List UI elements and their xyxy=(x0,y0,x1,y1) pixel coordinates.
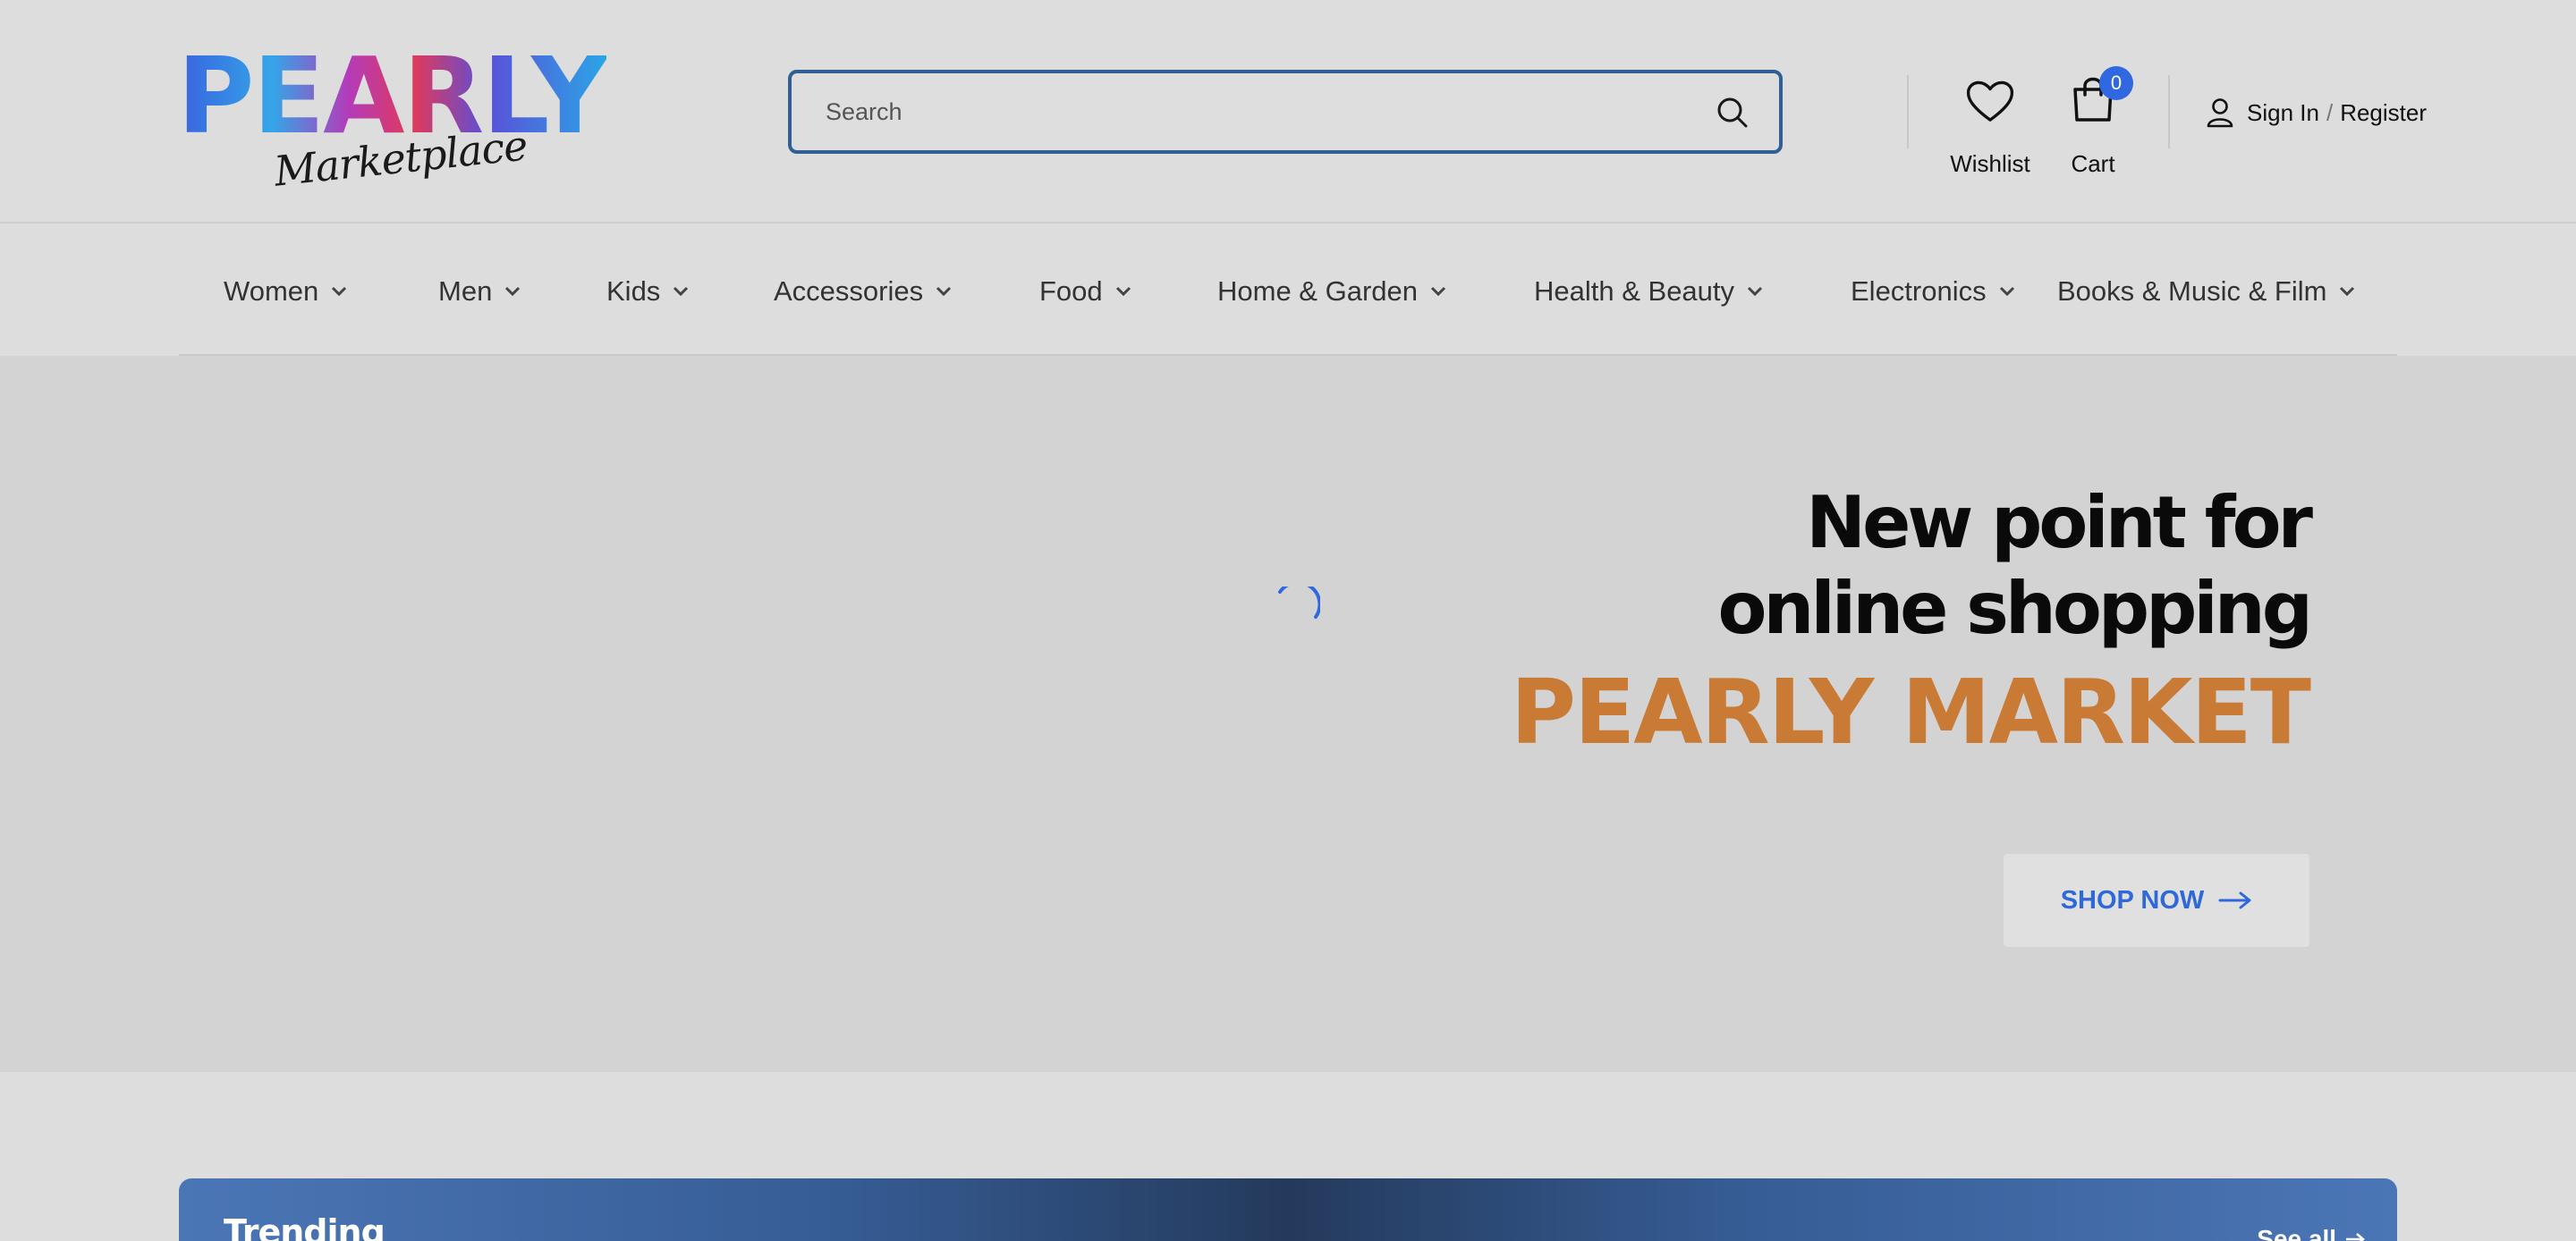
header-divider xyxy=(2168,75,2170,148)
trending-title: Trending xyxy=(224,1212,386,1241)
nav-item-label: Accessories xyxy=(774,275,924,307)
site-header: PEARLY Marketplace Wishlist Cart 0 Sign … xyxy=(0,0,2576,224)
arrow-right-icon xyxy=(2346,1233,2365,1241)
heart-icon xyxy=(1966,80,2014,122)
nav-item-electronics[interactable]: Electronics xyxy=(1851,272,2015,311)
nav-item-food[interactable]: Food xyxy=(1039,272,1131,311)
chevron-down-icon xyxy=(936,286,952,297)
search-input[interactable] xyxy=(826,73,1684,150)
chevron-down-icon xyxy=(505,286,521,297)
shop-now-button[interactable]: SHOP NOW xyxy=(2004,854,2309,947)
nav-item-health-beauty[interactable]: Health & Beauty xyxy=(1534,272,1763,311)
chevron-down-icon xyxy=(674,286,689,297)
account-separator: / xyxy=(2326,98,2334,126)
nav-item-label: Electronics xyxy=(1851,275,1987,307)
nav-item-label: Books & Music & Film xyxy=(2057,275,2327,307)
pearly-logo[interactable]: PEARLY Marketplace xyxy=(177,43,608,196)
nav-item-home-garden[interactable]: Home & Garden xyxy=(1217,272,1446,311)
nav-item-label: Women xyxy=(224,275,319,307)
nav-item-kids[interactable]: Kids xyxy=(606,272,689,311)
cart-label: Cart xyxy=(2071,150,2115,177)
nav-item-label: Kids xyxy=(606,275,661,307)
nav-item-label: Food xyxy=(1039,275,1103,307)
hero-brand-text: PEARLY MARKET xyxy=(1510,660,2311,764)
hero-banner: New point for online shopping PEARLY MAR… xyxy=(0,356,2576,1072)
nav-item-label: Health & Beauty xyxy=(1534,275,1735,307)
nav-item-label: Men xyxy=(438,275,493,307)
logo-wordmark: PEARLY xyxy=(177,34,608,157)
see-all-label: See all xyxy=(2257,1225,2336,1241)
chevron-down-icon xyxy=(1999,286,2014,297)
account-links: Sign In / Register xyxy=(2206,95,2427,131)
register-link[interactable]: Register xyxy=(2340,99,2427,127)
chevron-down-icon xyxy=(2340,286,2355,297)
shop-now-label: SHOP NOW xyxy=(2060,885,2205,915)
chevron-down-icon xyxy=(332,286,347,297)
nav-item-books-music-film[interactable]: Books & Music & Film xyxy=(2057,272,2355,311)
trending-section: Trending See all xyxy=(179,1178,2397,1241)
hero-heading-line1: New point for xyxy=(1806,481,2313,564)
category-nav: Women Men Kids Accessories Food Home & G… xyxy=(179,225,2397,356)
chevron-down-icon xyxy=(1747,286,1763,297)
search-icon[interactable] xyxy=(1716,97,1749,129)
header-divider xyxy=(1907,75,1909,148)
nav-item-women[interactable]: Women xyxy=(224,272,347,311)
search-box xyxy=(788,70,1783,154)
nav-item-label: Home & Garden xyxy=(1217,275,1418,307)
chevron-down-icon xyxy=(1430,286,1446,297)
nav-item-men[interactable]: Men xyxy=(438,272,521,311)
wishlist-label: Wishlist xyxy=(1950,150,2030,177)
hero-heading-line2: online shopping xyxy=(1717,567,2313,650)
cart-count-badge: 0 xyxy=(2099,66,2133,100)
chevron-down-icon xyxy=(1115,286,1131,297)
spinner-icon xyxy=(1278,587,1320,619)
wishlist-button[interactable]: Wishlist xyxy=(1950,72,2030,188)
nav-item-accessories[interactable]: Accessories xyxy=(774,272,952,311)
user-icon xyxy=(2207,98,2233,128)
sign-in-link[interactable]: Sign In xyxy=(2247,99,2319,127)
arrow-right-icon xyxy=(2218,891,2251,909)
see-all-link[interactable]: See all xyxy=(2257,1225,2365,1241)
